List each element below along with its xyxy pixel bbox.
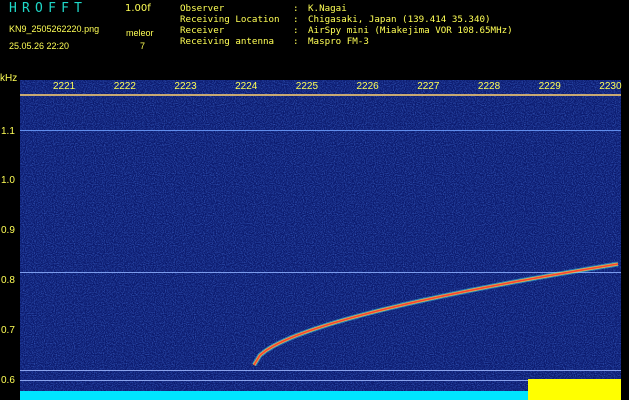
info-value: K.Nagai <box>308 3 347 14</box>
version-label: 1.00f <box>125 3 151 14</box>
x-tick-label: 2225 <box>295 81 319 92</box>
y-tick-label: 0.6 <box>1 375 15 386</box>
carrier-line <box>20 130 621 131</box>
y-tick-label: 0.7 <box>1 325 15 336</box>
spectrogram-svg <box>20 80 621 400</box>
carrier-line <box>20 370 621 371</box>
carrier-line <box>20 94 621 96</box>
info-key: Observer <box>180 3 225 14</box>
spectrogram-noise <box>20 80 621 400</box>
mode-label: meleor <box>126 28 154 38</box>
info-row-receiver: Receiver: AirSpy mini (Miakejima VOR 108.… <box>180 25 513 36</box>
info-key: Receiving Location <box>180 14 280 25</box>
y-tick-label: 1.0 <box>1 175 15 186</box>
y-axis-unit: kHz <box>0 73 18 84</box>
info-row-antenna: Receiving antenna: Maspro FM-3 <box>180 36 369 47</box>
x-tick-label: 2228 <box>477 81 501 92</box>
count-label: 7 <box>140 41 146 51</box>
y-tick-label: 0.8 <box>1 275 15 286</box>
header-panel: HROFFT 1.00f KN9_2505262220.png 25.05.26… <box>0 0 629 73</box>
info-value: Chigasaki, Japan (139.414 35.340) <box>308 14 491 25</box>
info-row-observer: Observer: K.Nagai <box>180 3 347 14</box>
x-tick-label: 2223 <box>174 81 197 92</box>
y-tick-label: 0.9 <box>1 225 15 236</box>
noise-floor-peak <box>528 379 621 400</box>
x-tick-label: 2222 <box>113 81 136 92</box>
carrier-line <box>20 272 621 273</box>
x-tick-label: 2224 <box>235 81 258 92</box>
x-tick-label: 2229 <box>538 81 561 92</box>
x-tick-label: 2221 <box>53 81 76 92</box>
info-value: Maspro FM-3 <box>308 36 369 47</box>
info-key: Receiving antenna <box>180 36 275 47</box>
datetime-label: 25.05.26 22:20 <box>9 41 70 51</box>
x-tick-label: 2230 <box>599 81 622 92</box>
x-tick-label: 2226 <box>356 81 379 92</box>
filename-label: KN9_2505262220.png <box>9 24 100 34</box>
info-value: AirSpy mini (Miakejima VOR 108.65MHz) <box>308 25 513 36</box>
x-tick-label: 2227 <box>417 81 440 92</box>
app-title: HROFFT <box>9 1 88 16</box>
info-key: Receiver <box>180 25 225 36</box>
info-row-location: Receiving Location: Chigasaki, Japan (139… <box>180 14 491 25</box>
spectrogram-plot <box>20 80 621 400</box>
y-tick-label: 1.1 <box>1 126 15 137</box>
info-block: Observer: K.Nagai Receiving Location: Chig… <box>180 3 513 47</box>
